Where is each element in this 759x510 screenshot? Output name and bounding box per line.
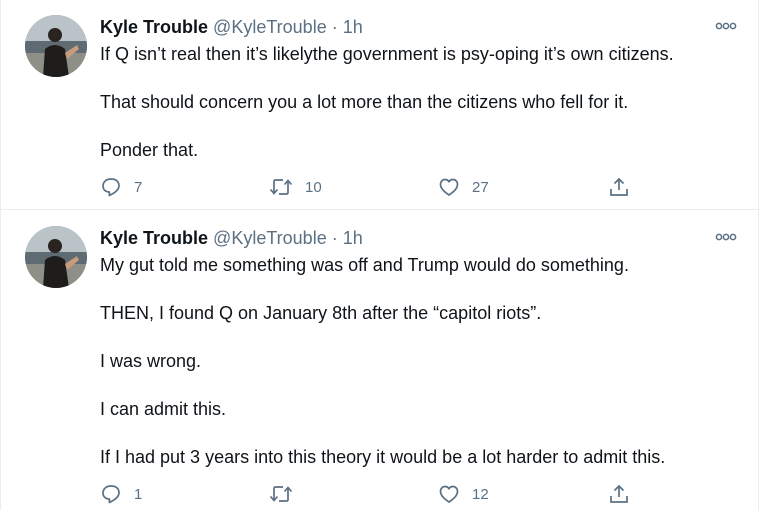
- like-icon: [438, 176, 460, 198]
- tweet-paragraph: That should concern you a lot more than …: [100, 92, 629, 112]
- like-button[interactable]: 12: [438, 482, 489, 506]
- avatar[interactable]: [25, 226, 87, 288]
- tweet-paragraph: I can admit this.: [100, 399, 227, 419]
- tweet-paragraph: THEN, I found Q on January 8th after the…: [100, 303, 542, 323]
- reply-button[interactable]: 1: [100, 482, 142, 506]
- share-icon: [608, 483, 630, 505]
- reply-icon: [100, 483, 122, 505]
- author-name[interactable]: Kyle Trouble: [100, 17, 208, 37]
- like-button[interactable]: 27: [438, 175, 489, 199]
- retweet-icon: [269, 176, 293, 198]
- tweet-actions: 7 10 27: [1, 175, 758, 199]
- tweet-header: Kyle Trouble @KyleTrouble · 1h: [100, 16, 363, 38]
- like-icon: [438, 483, 460, 505]
- tweet-actions: 1 12: [1, 482, 758, 506]
- like-count: 27: [472, 178, 489, 196]
- tweet[interactable]: Kyle Trouble @KyleTrouble · 1h My gut to…: [1, 211, 758, 510]
- retweet-button[interactable]: 10: [269, 175, 322, 199]
- tweet-paragraph: If I had put 3 years into this theory it…: [100, 447, 666, 467]
- retweet-button[interactable]: [269, 482, 305, 506]
- tweet-paragraph: My gut told me something was off and Tru…: [100, 255, 629, 275]
- tweet-text: If Q isn’t real then it’s likelythe gove…: [100, 42, 730, 186]
- tweet-paragraph: I was wrong.: [100, 351, 202, 371]
- more-icon[interactable]: [714, 227, 738, 247]
- more-icon[interactable]: [714, 16, 738, 36]
- like-count: 12: [472, 485, 489, 503]
- reply-button[interactable]: 7: [100, 175, 142, 199]
- timeline: Kyle Trouble @KyleTrouble · 1h If Q isn’…: [0, 0, 759, 510]
- tweet-paragraph: Ponder that.: [100, 140, 199, 160]
- reply-count: 1: [134, 485, 143, 503]
- retweet-count: 10: [305, 178, 322, 196]
- tweet-paragraph: If Q isn’t real then it’s likelythe gove…: [100, 44, 674, 64]
- separator-dot: ·: [331, 228, 338, 248]
- retweet-icon: [269, 483, 293, 505]
- avatar-photo: [25, 15, 87, 77]
- tweet-header: Kyle Trouble @KyleTrouble · 1h: [100, 227, 363, 249]
- share-button[interactable]: [608, 482, 630, 506]
- author-handle[interactable]: @KyleTrouble: [213, 17, 327, 37]
- author-name[interactable]: Kyle Trouble: [100, 228, 208, 248]
- share-icon: [608, 176, 630, 198]
- timestamp[interactable]: 1h: [343, 228, 363, 248]
- reply-count: 7: [134, 178, 143, 196]
- reply-icon: [100, 176, 122, 198]
- timestamp[interactable]: 1h: [343, 17, 363, 37]
- author-handle[interactable]: @KyleTrouble: [213, 228, 327, 248]
- tweet-text: My gut told me something was off and Tru…: [100, 253, 730, 493]
- separator-dot: ·: [331, 17, 338, 37]
- avatar-photo: [25, 226, 87, 288]
- share-button[interactable]: [608, 175, 630, 199]
- avatar[interactable]: [25, 15, 87, 77]
- tweet[interactable]: Kyle Trouble @KyleTrouble · 1h If Q isn’…: [1, 0, 758, 210]
